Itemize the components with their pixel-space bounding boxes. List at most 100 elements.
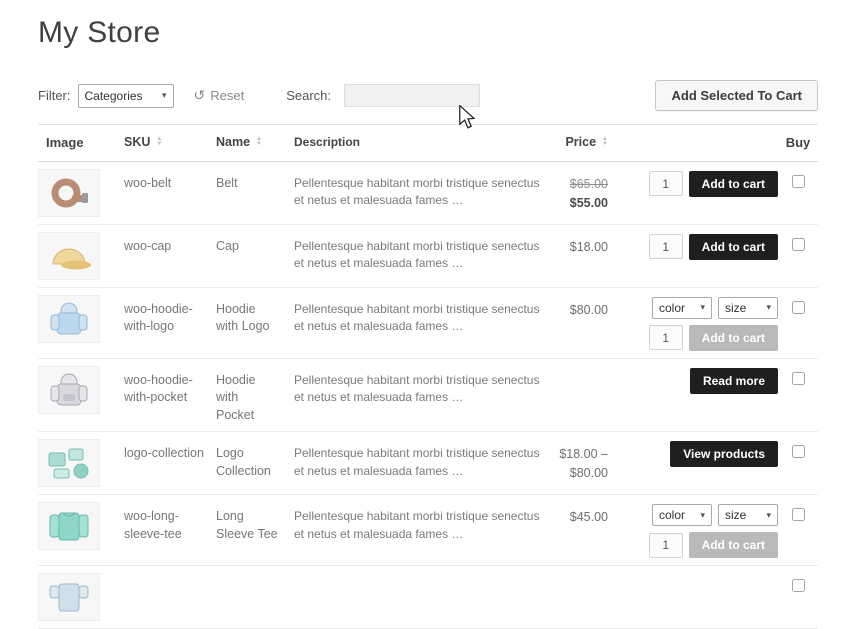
chevron-down-icon: ▾ — [700, 509, 705, 520]
product-image — [38, 168, 100, 217]
product-price: $45.00 — [556, 502, 612, 527]
product-price: $80.00 — [556, 295, 612, 320]
product-sku: woo-belt — [124, 175, 172, 190]
search-input[interactable] — [344, 84, 481, 107]
toolbar: Filter: Categories ▾ ↺ Reset Search: Add… — [38, 80, 818, 111]
product-image — [38, 294, 100, 343]
price-current: $80.00 — [569, 302, 608, 317]
quantity-input[interactable] — [648, 171, 683, 197]
select-product-checkbox[interactable] — [791, 237, 805, 251]
table-row: woo-hoodie-with-pocket Hoodie with Pocke… — [38, 359, 818, 433]
add-to-cart-button[interactable]: Add to cart — [688, 233, 778, 260]
product-description: Pellentesque habitant morbi tristique se… — [294, 372, 540, 405]
product-sku — [122, 573, 216, 579]
sort-icon[interactable]: ▲ ▼ — [256, 136, 262, 147]
color-select[interactable]: color ▾ — [652, 296, 712, 319]
quantity-input[interactable] — [648, 532, 683, 558]
header-buy: Buy — [785, 134, 811, 150]
hoodie-image — [50, 302, 88, 335]
price-current: $45.00 — [569, 510, 608, 525]
table-row: woo-belt Belt Pellentesque habitant morb… — [38, 162, 818, 225]
category-filter-value: Categories — [84, 88, 143, 103]
header-price[interactable]: Price ▲ ▼ — [556, 133, 612, 152]
chevron-down-icon: ▾ — [700, 302, 705, 313]
add-to-cart-button[interactable]: Add to cart — [688, 170, 778, 197]
product-name: Cap — [216, 238, 239, 253]
chevron-down-icon: ▾ — [766, 302, 771, 313]
product-image — [38, 573, 100, 622]
select-product-checkbox[interactable] — [791, 579, 805, 593]
select-product-checkbox[interactable] — [791, 508, 805, 522]
long-sleeve-tee-image — [49, 512, 89, 541]
header-image: Image — [46, 134, 84, 150]
select-product-checkbox[interactable] — [791, 300, 805, 314]
select-product-checkbox[interactable] — [791, 174, 805, 188]
filter-label: Filter: — [38, 88, 71, 103]
product-name: Logo Collection — [216, 446, 271, 478]
product-table: Image SKU ▲ ▼ Name ▲ ▼ Description Price ▲… — [38, 124, 818, 629]
header-name[interactable]: Name ▲ ▼ — [216, 134, 294, 152]
add-selected-to-cart-button[interactable]: Add Selected To Cart — [655, 80, 818, 111]
table-row — [38, 566, 818, 629]
product-description — [294, 573, 556, 579]
belt-image — [51, 178, 88, 208]
product-price — [556, 366, 612, 372]
color-select[interactable]: color ▾ — [652, 504, 712, 527]
chevron-down-icon: ▾ — [766, 509, 771, 520]
reset-icon: ↺ — [193, 87, 206, 103]
product-image — [38, 502, 100, 551]
product-price: $65.00 $55.00 — [556, 169, 612, 213]
header-description: Description — [294, 134, 361, 149]
product-description: Pellentesque habitant morbi tristique se… — [294, 175, 540, 208]
product-description: Pellentesque habitant morbi tristique se… — [294, 301, 540, 334]
table-row: woo-cap Cap Pellentesque habitant morbi … — [38, 225, 818, 288]
product-sku: woo-long-sleeve-tee — [124, 509, 182, 541]
read-more-button[interactable]: Read more — [689, 367, 778, 394]
add-to-cart-button[interactable]: Add to cart — [688, 324, 778, 351]
product-name: Belt — [216, 175, 238, 190]
search-label: Search: — [286, 88, 332, 103]
table-row: woo-hoodie-with-logo Hoodie with Logo Pe… — [38, 288, 818, 359]
sort-icon[interactable]: ▲ ▼ — [156, 136, 162, 147]
logo-collection-image — [48, 448, 89, 479]
price-current: $55.00 — [569, 195, 608, 210]
view-products-button[interactable]: View products — [670, 441, 778, 468]
quantity-input[interactable] — [648, 325, 683, 351]
product-name: Long Sleeve Tee — [216, 509, 278, 541]
product-name — [216, 573, 294, 579]
sort-icon[interactable]: ▲ ▼ — [602, 136, 608, 147]
table-row: logo-collection Logo Collection Pellente… — [38, 432, 818, 496]
header-sku[interactable]: SKU ▲ ▼ — [122, 134, 216, 152]
select-product-checkbox[interactable] — [791, 445, 805, 459]
page-title: My Store — [38, 16, 161, 49]
product-name: Hoodie with Logo — [216, 301, 270, 334]
size-select[interactable]: size ▾ — [718, 504, 778, 527]
table-row: woo-long-sleeve-tee Long Sleeve Tee Pell… — [38, 495, 818, 567]
reset-link[interactable]: ↺ Reset — [194, 87, 245, 104]
product-description: Pellentesque habitant morbi tristique se… — [294, 446, 540, 478]
chevron-down-icon: ▾ — [161, 90, 167, 100]
quantity-input[interactable] — [648, 234, 683, 260]
select-product-checkbox[interactable] — [791, 371, 805, 385]
price-current: $18.00 — [569, 239, 608, 254]
product-price — [556, 573, 612, 579]
product-sku: woo-cap — [124, 238, 172, 253]
category-filter-select[interactable]: Categories ▾ — [77, 83, 174, 108]
size-select[interactable]: size ▾ — [718, 296, 778, 319]
cap-image — [52, 248, 91, 270]
hoodie-pocket-image — [50, 373, 88, 406]
product-sku: logo-collection — [124, 446, 204, 461]
reset-label: Reset — [210, 88, 245, 103]
add-to-cart-button[interactable]: Add to cart — [688, 532, 778, 559]
product-sku: woo-hoodie-with-pocket — [124, 372, 193, 405]
price-range: $18.00 – $80.00 — [559, 447, 608, 480]
product-image — [38, 365, 100, 414]
product-image — [38, 439, 100, 488]
product-name: Hoodie with Pocket — [216, 372, 256, 422]
product-description: Pellentesque habitant morbi tristique se… — [294, 238, 540, 271]
product-sku: woo-hoodie-with-logo — [124, 301, 193, 334]
tee-image — [49, 583, 89, 612]
header-cart-spacer — [612, 141, 778, 143]
product-description: Pellentesque habitant morbi tristique se… — [294, 509, 540, 541]
product-price: $18.00 – $80.00 — [556, 439, 612, 483]
